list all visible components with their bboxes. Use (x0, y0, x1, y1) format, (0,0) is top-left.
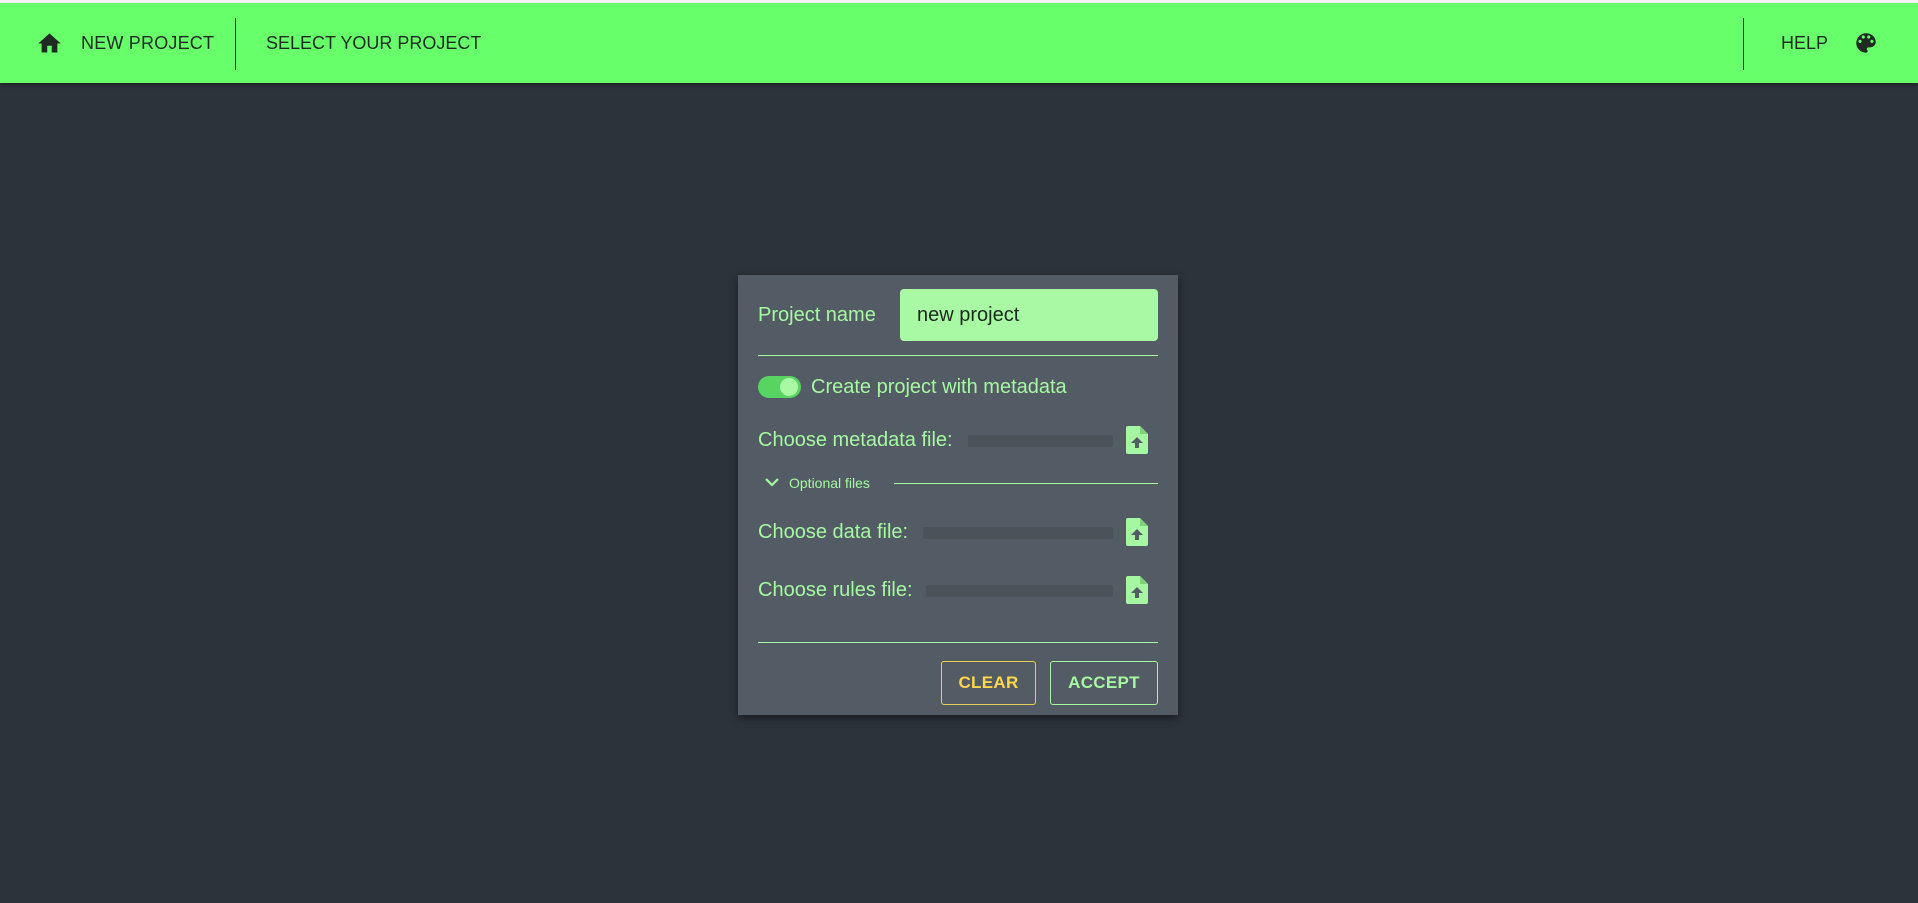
project-name-input[interactable] (900, 289, 1158, 341)
new-project-dialog: Project name Create project with metadat… (738, 275, 1178, 715)
file-upload-icon[interactable] (1126, 426, 1148, 454)
metadata-toggle[interactable] (758, 376, 801, 398)
rules-file-field[interactable] (926, 585, 1113, 597)
home-icon (38, 32, 61, 52)
file-upload-icon[interactable] (1126, 518, 1148, 546)
data-file-field[interactable] (923, 527, 1113, 539)
data-file-row: Choose data file: (758, 515, 1158, 549)
select-project-button[interactable]: SELECT YOUR PROJECT (266, 3, 481, 83)
metadata-file-row: Choose metadata file: (758, 423, 1158, 457)
metadata-file-field[interactable] (968, 435, 1113, 447)
optional-files-label: Optional files (789, 475, 870, 491)
top-app-bar: NEW PROJECT SELECT YOUR PROJECT HELP (0, 0, 1918, 83)
metadata-toggle-label: Create project with metadata (811, 375, 1067, 398)
file-upload-icon[interactable] (1126, 576, 1148, 604)
new-project-button[interactable]: NEW PROJECT (36, 3, 214, 83)
help-button[interactable]: HELP (1781, 3, 1828, 83)
new-project-label: NEW PROJECT (81, 32, 215, 53)
divider (758, 642, 1158, 643)
rules-file-row: Choose rules file: (758, 573, 1158, 607)
toolbar-divider (1743, 18, 1744, 70)
project-name-row: Project name (758, 289, 1158, 341)
metadata-file-label: Choose metadata file: (758, 429, 953, 451)
palette-icon (1856, 33, 1876, 53)
clear-button[interactable]: CLEAR (941, 661, 1036, 705)
rules-file-label: Choose rules file: (758, 579, 913, 601)
optional-files-expander[interactable]: Optional files (764, 473, 1158, 493)
project-name-label: Project name (758, 304, 876, 326)
chevron-down-icon (765, 478, 779, 487)
divider (758, 355, 1158, 356)
toggle-knob (780, 378, 798, 396)
divider (894, 483, 1158, 484)
toolbar-divider (235, 18, 236, 70)
theme-palette-button[interactable] (1853, 3, 1879, 83)
accept-button[interactable]: ACCEPT (1050, 661, 1158, 705)
data-file-label: Choose data file: (758, 521, 909, 543)
metadata-toggle-row[interactable]: Create project with metadata (758, 372, 1067, 402)
